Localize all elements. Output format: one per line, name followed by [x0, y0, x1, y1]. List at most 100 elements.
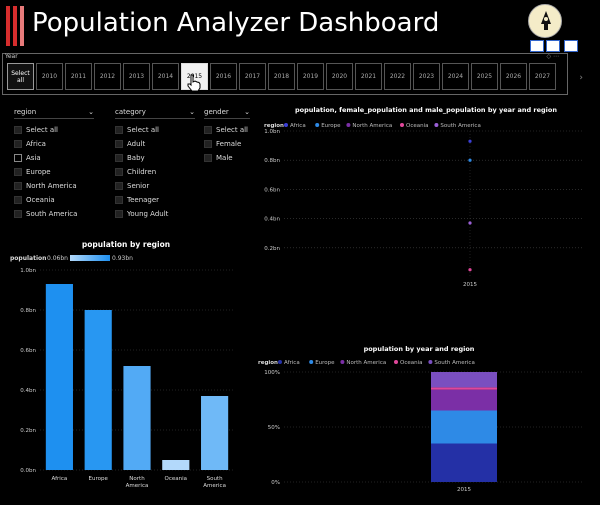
- year-chip-2012[interactable]: 2012: [94, 63, 121, 90]
- gender-filter-item[interactable]: Select all: [204, 123, 250, 137]
- checkbox[interactable]: [14, 140, 22, 148]
- x-tick-label: 2015: [457, 487, 471, 493]
- region-filter: region ⌄ Select all Africa Asia Europe North …: [14, 108, 94, 221]
- year-chip-2027[interactable]: 2027: [529, 63, 556, 90]
- x-tick-label: Europe: [89, 476, 109, 482]
- x-tick-label: South America: [203, 476, 226, 489]
- region-filter-item[interactable]: Oceania: [14, 193, 94, 207]
- point-oceania: [468, 268, 472, 272]
- y-tick-label: 100%: [264, 370, 280, 376]
- year-chip-2019[interactable]: 2019: [297, 63, 324, 90]
- checkbox[interactable]: [115, 140, 123, 148]
- y-tick-label: 0.6bn: [20, 348, 36, 354]
- bar-africa: [45, 284, 73, 470]
- year-chip-2013[interactable]: 2013: [123, 63, 150, 90]
- checkbox[interactable]: [115, 154, 123, 162]
- year-chip-2017[interactable]: 2017: [239, 63, 266, 90]
- rocket-icon: [541, 11, 551, 30]
- bar-north-america: [123, 366, 151, 470]
- region-filter-item[interactable]: Europe: [14, 165, 94, 179]
- y-tick-label: 0.4bn: [264, 217, 280, 223]
- window-square: [546, 40, 560, 52]
- gender-filter-item[interactable]: Male: [204, 151, 250, 165]
- checkbox[interactable]: [204, 154, 212, 162]
- checkbox[interactable]: [115, 126, 123, 134]
- category-filter-label: Select all: [127, 126, 159, 134]
- checkbox[interactable]: [115, 210, 123, 218]
- category-filter-item[interactable]: Children: [115, 165, 195, 179]
- legend-marker: [400, 123, 404, 127]
- gender-filter-item[interactable]: Female: [204, 137, 250, 151]
- region-filter-label: Africa: [26, 140, 46, 148]
- checkbox[interactable]: [115, 168, 123, 176]
- checkbox[interactable]: [115, 196, 123, 204]
- year-chip-2020[interactable]: 2020: [326, 63, 353, 90]
- gender-filter-header[interactable]: gender ⌄: [204, 108, 250, 119]
- y-tick-label: 0.6bn: [264, 187, 280, 193]
- checkbox[interactable]: [14, 126, 22, 134]
- category-filter-item[interactable]: Baby: [115, 151, 195, 165]
- gender-filter-label: Male: [216, 154, 233, 162]
- checkbox[interactable]: [115, 182, 123, 190]
- category-filter-label: Senior: [127, 182, 150, 190]
- year-chip-2010[interactable]: 2010: [36, 63, 63, 90]
- category-filter-item[interactable]: Young Adult: [115, 207, 195, 221]
- year-chip-2022[interactable]: 2022: [384, 63, 411, 90]
- region-filter-label: South America: [26, 210, 78, 218]
- legend-entry: South America: [440, 123, 480, 129]
- region-filter-item[interactable]: Select all: [14, 123, 94, 137]
- point-africa: [468, 139, 472, 143]
- point-south-america: [468, 221, 472, 225]
- stack-segment-africa: [431, 443, 497, 482]
- year-chip-2026[interactable]: 2026: [500, 63, 527, 90]
- chevron-right-icon[interactable]: ›: [579, 73, 583, 83]
- year-chip-row: Select all 2010 2011 2012 2013 2014 2015 2016 20…: [7, 63, 556, 90]
- year-chip-2021[interactable]: 2021: [355, 63, 382, 90]
- checkbox[interactable]: [14, 196, 22, 204]
- region-filter-header[interactable]: region ⌄: [14, 108, 94, 119]
- year-chip-2024[interactable]: 2024: [442, 63, 469, 90]
- legend-marker: [309, 360, 314, 364]
- year-chip-2025[interactable]: 2025: [471, 63, 498, 90]
- chevron-down-icon: ⌄: [88, 108, 94, 116]
- year-chip-2014[interactable]: 2014: [152, 63, 179, 90]
- category-filter-header[interactable]: category ⌄: [115, 108, 195, 119]
- year-chip-2018[interactable]: 2018: [268, 63, 295, 90]
- year-chip-2016[interactable]: 2016: [210, 63, 237, 90]
- year-chip-2023[interactable]: 2023: [413, 63, 440, 90]
- checkbox[interactable]: [14, 168, 22, 176]
- category-filter-item[interactable]: Select all: [115, 123, 195, 137]
- chevron-down-icon: ⌄: [189, 108, 195, 116]
- year-chip-2011[interactable]: 2011: [65, 63, 92, 90]
- legend-entry: Africa: [290, 123, 306, 129]
- x-tick-label: Africa: [52, 476, 68, 482]
- checkbox[interactable]: [204, 126, 212, 134]
- category-filter-item[interactable]: Teenager: [115, 193, 195, 207]
- legend-entry: Europe: [315, 360, 335, 366]
- checkbox[interactable]: [14, 210, 22, 218]
- region-filter-item[interactable]: Africa: [14, 137, 94, 151]
- year-chip-select-all[interactable]: Select all: [7, 63, 34, 90]
- checkbox[interactable]: [204, 140, 212, 148]
- legend-marker: [434, 123, 439, 127]
- legend-gradient: [70, 255, 110, 261]
- chevron-down-icon: ⌄: [244, 108, 250, 116]
- y-tick-label: 1.0bn: [264, 129, 280, 135]
- category-filter-item[interactable]: Senior: [115, 179, 195, 193]
- gender-filter-label: Select all: [216, 126, 248, 134]
- slicer-options-icon[interactable]: ◇ ⋯: [546, 53, 559, 60]
- population-by-year-stacked-chart: population by year and region region Afric…: [258, 345, 584, 493]
- y-tick-label: 0%: [271, 480, 280, 486]
- legend-entry: Oceania: [400, 360, 423, 366]
- checkbox[interactable]: [14, 182, 22, 190]
- accent-bar: [13, 6, 17, 46]
- checkbox[interactable]: [14, 154, 22, 162]
- category-filter-item[interactable]: Adult: [115, 137, 195, 151]
- region-filter-item[interactable]: South America: [14, 207, 94, 221]
- region-filter-item[interactable]: North America: [14, 179, 94, 193]
- y-tick-label: 1.0bn: [20, 268, 36, 274]
- legend-label: region: [258, 360, 278, 366]
- region-filter-item[interactable]: Asia: [14, 151, 94, 165]
- window-square: [530, 40, 544, 52]
- stack-segment-south-america: [431, 372, 497, 388]
